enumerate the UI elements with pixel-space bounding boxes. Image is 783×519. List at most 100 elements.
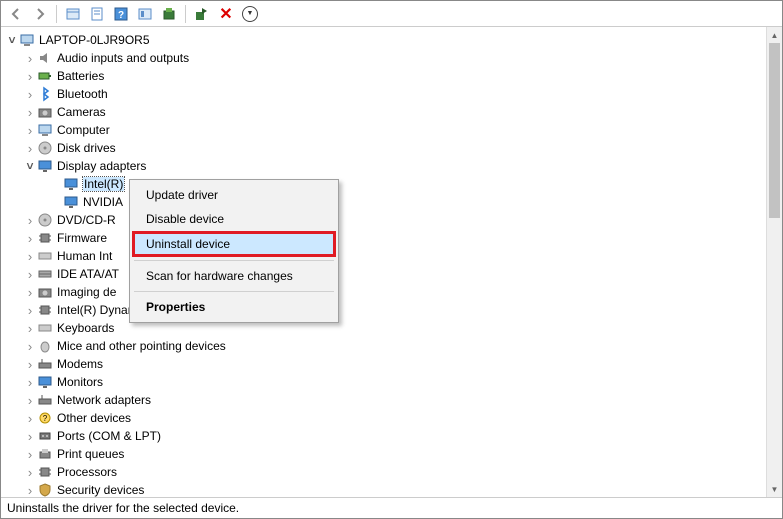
tree-node-label: Imaging de <box>57 285 116 299</box>
tree-node[interactable]: Intel(R) Dynamic Platform and Thermal Fr… <box>1 301 766 319</box>
chevron-right-icon[interactable] <box>23 123 37 137</box>
properties-button[interactable] <box>86 3 108 25</box>
chevron-right-icon[interactable] <box>23 339 37 353</box>
x-icon: ✕ <box>219 4 232 24</box>
tree-node[interactable]: Mice and other pointing devices <box>1 337 766 355</box>
chevron-right-icon[interactable] <box>23 267 37 281</box>
tree-node-label: Computer <box>57 123 110 137</box>
forward-button[interactable] <box>29 3 51 25</box>
menu-separator <box>134 291 334 292</box>
disable-button[interactable] <box>191 3 213 25</box>
chevron-right-icon[interactable] <box>23 357 37 371</box>
network-icon <box>37 392 53 408</box>
menu-item[interactable]: Scan for hardware changes <box>132 264 336 288</box>
chevron-right-icon[interactable] <box>23 321 37 335</box>
tree-node[interactable]: Network adapters <box>1 391 766 409</box>
modem-icon <box>37 356 53 372</box>
highlight-annotation: Uninstall device <box>132 231 336 257</box>
chevron-right-icon[interactable] <box>23 213 37 227</box>
computer-icon <box>19 32 35 48</box>
disk-icon <box>37 140 53 156</box>
ide-icon <box>37 266 53 282</box>
tree-node[interactable]: Processors <box>1 463 766 481</box>
chevron-right-icon[interactable] <box>23 465 37 479</box>
menu-item[interactable]: Properties <box>132 295 336 319</box>
tree-node[interactable]: Cameras <box>1 103 766 121</box>
audio-icon <box>37 50 53 66</box>
computer-icon <box>37 122 53 138</box>
chevron-right-icon[interactable] <box>23 393 37 407</box>
chevron-right-icon[interactable] <box>23 69 37 83</box>
tree-node-label: Disk drives <box>57 141 116 155</box>
tree-node[interactable]: Imaging de <box>1 283 766 301</box>
chevron-right-icon[interactable] <box>23 483 37 497</box>
chevron-right-icon[interactable] <box>23 249 37 263</box>
chevron-down-icon[interactable] <box>23 159 37 173</box>
menu-item[interactable]: Update driver <box>132 183 336 207</box>
chevron-right-icon[interactable] <box>23 411 37 425</box>
chevron-right-icon[interactable] <box>23 51 37 65</box>
context-menu: Update driverDisable device Uninstall dev… <box>129 179 339 323</box>
show-hidden-button[interactable] <box>62 3 84 25</box>
tree-node[interactable]: Batteries <box>1 67 766 85</box>
menu-item[interactable]: Disable device <box>132 207 336 231</box>
tree-node[interactable]: Modems <box>1 355 766 373</box>
chevron-right-icon[interactable] <box>23 375 37 389</box>
tree-node[interactable]: Keyboards <box>1 319 766 337</box>
tree-node[interactable]: Bluetooth <box>1 85 766 103</box>
chevron-right-icon[interactable] <box>23 231 37 245</box>
help-button[interactable]: ? <box>110 3 132 25</box>
tree-node-label: Firmware <box>57 231 107 245</box>
tree-node[interactable]: ?Other devices <box>1 409 766 427</box>
chevron-right-icon[interactable] <box>23 303 37 317</box>
chevron-down-icon[interactable] <box>5 33 19 47</box>
chevron-right-icon[interactable] <box>23 87 37 101</box>
tree-node[interactable]: Disk drives <box>1 139 766 157</box>
svg-text:?: ? <box>43 414 48 423</box>
scroll-track[interactable] <box>767 43 782 481</box>
twisty-none <box>49 195 63 209</box>
chevron-right-icon[interactable] <box>23 285 37 299</box>
camera-icon <box>37 104 53 120</box>
scroll-down-arrow[interactable]: ▼ <box>767 481 782 497</box>
tree-node[interactable]: Audio inputs and outputs <box>1 49 766 67</box>
tree-node-label: Network adapters <box>57 393 151 407</box>
tree-node-label: Modems <box>57 357 103 371</box>
tree-node[interactable]: NVIDIA <box>1 193 766 211</box>
tree-node[interactable]: Firmware <box>1 229 766 247</box>
back-button[interactable] <box>5 3 27 25</box>
tree-node[interactable]: Security devices <box>1 481 766 497</box>
tree-node[interactable]: Computer <box>1 121 766 139</box>
chevron-right-icon[interactable] <box>23 105 37 119</box>
tree-node[interactable]: DVD/CD-R <box>1 211 766 229</box>
tree-node-label: Keyboards <box>57 321 114 335</box>
menu-item[interactable]: Uninstall device <box>135 234 333 254</box>
scroll-thumb[interactable] <box>769 43 780 218</box>
tree-node[interactable]: IDE ATA/AT <box>1 265 766 283</box>
scroll-up-arrow[interactable]: ▲ <box>767 27 782 43</box>
chevron-right-icon[interactable] <box>23 141 37 155</box>
tree-node[interactable]: Human Int <box>1 247 766 265</box>
update-driver-button[interactable] <box>158 3 180 25</box>
cpu-icon <box>37 464 53 480</box>
chevron-right-icon[interactable] <box>23 429 37 443</box>
tree-node-label: Processors <box>57 465 117 479</box>
enable-button[interactable] <box>239 3 261 25</box>
status-bar: Uninstalls the driver for the selected d… <box>1 498 782 518</box>
optical-icon <box>37 212 53 228</box>
display-icon <box>63 194 79 210</box>
tree-node[interactable]: Monitors <box>1 373 766 391</box>
monitor-icon <box>37 374 53 390</box>
device-tree[interactable]: LAPTOP-0LJR9OR5 Audio inputs and outputs B… <box>1 27 766 497</box>
uninstall-button[interactable]: ✕ <box>215 3 237 25</box>
tree-node[interactable]: Print queues <box>1 445 766 463</box>
tree-node[interactable]: Intel(R) <box>1 175 766 193</box>
vertical-scrollbar[interactable]: ▲ ▼ <box>766 27 782 497</box>
chevron-right-icon[interactable] <box>23 447 37 461</box>
tree-node[interactable]: Display adapters <box>1 157 766 175</box>
tree-node[interactable]: LAPTOP-0LJR9OR5 <box>1 31 766 49</box>
security-icon <box>37 482 53 497</box>
tree-node[interactable]: Ports (COM & LPT) <box>1 427 766 445</box>
tree-node-label: Audio inputs and outputs <box>57 51 189 65</box>
scan-button[interactable] <box>134 3 156 25</box>
